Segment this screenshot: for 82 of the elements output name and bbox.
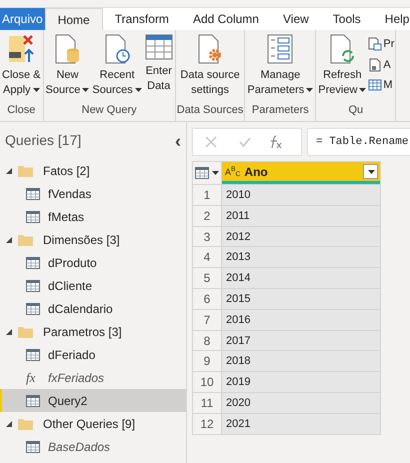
ribbon-button[interactable]: Enter Data xyxy=(144,34,174,93)
ribbon-button[interactable]: Data source settings xyxy=(179,34,241,97)
ribbon-small-button[interactable]: Pr xyxy=(368,36,394,52)
query-item[interactable]: dProduto xyxy=(0,251,186,274)
query-item[interactable]: dFeriado xyxy=(0,343,186,366)
ribbon-button[interactable]: Recent Sources xyxy=(91,34,143,97)
check-icon[interactable] xyxy=(239,137,251,147)
ribbon-button[interactable]: Refresh Preview xyxy=(317,34,368,97)
document-clock-icon xyxy=(103,34,132,64)
ribbon-button[interactable]: Manage Parameters xyxy=(246,34,314,97)
ribbon-tab[interactable]: Home xyxy=(44,8,103,30)
table-menu-button[interactable] xyxy=(193,162,222,184)
query-item[interactable]: dCliente xyxy=(0,274,186,297)
table-icon xyxy=(26,188,40,200)
folder-icon xyxy=(18,164,33,176)
table-cell: 2019 xyxy=(222,372,380,392)
table-cell: 2018 xyxy=(222,351,380,372)
table-icon xyxy=(26,440,40,452)
folder-label: Dimensões [3] xyxy=(43,232,120,248)
caret-icon xyxy=(359,88,366,92)
close-apply-icon xyxy=(7,34,36,64)
table-cell: 2014 xyxy=(222,268,380,288)
table-cell: 2016 xyxy=(222,310,380,330)
query-item[interactable]: Query2 xyxy=(0,389,186,412)
ribbon-group-label: New Query xyxy=(82,102,137,118)
ribbon-button[interactable]: Close & Apply xyxy=(1,34,42,97)
formula-field[interactable]: = Table.Rename xyxy=(307,128,410,156)
ribbon-group-label: Qu xyxy=(348,102,364,118)
collapse-button[interactable]: ‹ xyxy=(175,132,181,150)
column-header[interactable]: A$^{B}$$_{C}$ Ano xyxy=(222,162,380,184)
ribbon-small-button[interactable]: M xyxy=(368,77,394,94)
folder-row[interactable]: Parametros [3] xyxy=(0,320,186,343)
ribbon-group-label: Parameters xyxy=(252,102,309,118)
filter-dropdown-button[interactable] xyxy=(363,164,378,179)
ribbon-group-label: Data Sources xyxy=(176,102,244,118)
query-item[interactable]: dCalendario xyxy=(0,297,186,320)
caret-icon xyxy=(32,88,40,92)
caret-icon xyxy=(134,88,142,92)
ribbon-tab[interactable]: Arquivo xyxy=(0,8,45,30)
folder-row[interactable]: Dimensões [3] xyxy=(0,228,186,251)
queries-title: Queries [17] xyxy=(5,131,82,150)
ribbon-small-button[interactable]: A xyxy=(368,56,394,73)
ribbon-group-label: Close xyxy=(7,102,36,118)
table-cell: 2012 xyxy=(222,226,380,246)
folder-label: Parametros [3] xyxy=(43,324,122,340)
ribbon-button[interactable]: New Source xyxy=(44,34,90,97)
table-icon xyxy=(26,256,40,268)
folder-icon xyxy=(18,418,33,430)
query-item[interactable]: fMetas xyxy=(0,205,186,228)
table-cell: 2015 xyxy=(222,288,380,309)
document-refresh-icon xyxy=(328,34,356,64)
table-icon xyxy=(368,78,382,92)
function-glyph: fx xyxy=(26,372,36,384)
table-icon xyxy=(26,210,40,222)
table-icon xyxy=(195,167,209,179)
query-item[interactable]: fVendas xyxy=(0,182,186,205)
function-icon[interactable] xyxy=(269,135,283,149)
folder-icon xyxy=(18,326,33,338)
parameters-list-icon xyxy=(267,34,294,64)
caret-icon xyxy=(306,88,314,92)
table-cell: 2010 xyxy=(222,185,380,205)
table-cell: 2021 xyxy=(222,414,380,434)
table-cell: 2020 xyxy=(222,392,380,413)
table-cell: 2013 xyxy=(222,247,380,268)
table-cell: 2011 xyxy=(222,206,380,226)
folder-icon xyxy=(18,234,33,246)
caret-icon xyxy=(368,170,375,174)
table-icon xyxy=(144,34,173,60)
document-cylinder-icon xyxy=(53,34,82,64)
table-icon xyxy=(26,302,40,314)
caret-icon xyxy=(212,171,219,175)
table-icon xyxy=(26,394,40,406)
caret-icon xyxy=(82,88,90,92)
table-icon xyxy=(26,280,40,292)
folder-label: Fatos [2] xyxy=(43,162,90,180)
table-cell: 2017 xyxy=(222,330,380,350)
folder-row[interactable]: Fatos [2] xyxy=(0,159,186,182)
folder-label: Other Queries [9] xyxy=(43,416,136,432)
folder-row[interactable]: Other Queries [9] xyxy=(0,412,186,435)
document-icon xyxy=(368,58,382,72)
document-table-icon xyxy=(368,37,382,52)
table-icon xyxy=(26,348,40,360)
